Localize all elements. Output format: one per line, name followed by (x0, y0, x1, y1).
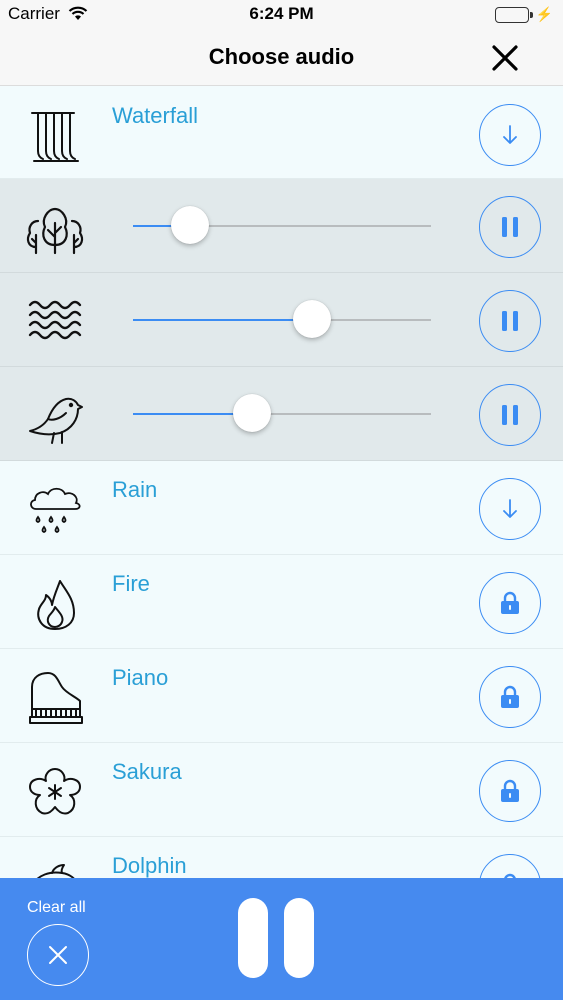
clear-all-button[interactable] (27, 924, 89, 986)
status-bar: Carrier 6:24 PM ⚡ (0, 0, 563, 30)
sound-label: Dolphin (112, 853, 187, 878)
volume-thumb[interactable] (233, 394, 272, 432)
list-item-bird[interactable] (0, 367, 563, 461)
volume-slider[interactable] (133, 300, 431, 338)
locked-button[interactable] (479, 666, 541, 728)
sakura-icon (29, 768, 81, 815)
fire-icon (37, 580, 75, 630)
pause-button[interactable] (479, 290, 541, 352)
pause-icon (502, 311, 518, 331)
lock-icon (501, 685, 519, 708)
pause-icon (284, 898, 314, 978)
player-bar: Clear all (0, 878, 563, 1000)
clear-all-label: Clear all (27, 899, 86, 916)
sound-label: Piano (112, 665, 169, 690)
list-item-forest[interactable] (0, 179, 563, 273)
volume-thumb[interactable] (170, 206, 209, 244)
list-item-waves[interactable] (0, 273, 563, 367)
list-item-fire[interactable]: Fire (0, 555, 563, 649)
close-icon (492, 45, 518, 71)
list-item-sakura[interactable]: Sakura (0, 743, 563, 837)
bird-icon (29, 397, 83, 444)
rain-icon (30, 487, 81, 533)
download-button[interactable] (479, 478, 541, 540)
sound-label: Rain (112, 477, 158, 502)
waves-icon (28, 300, 82, 340)
sound-label: Fire (112, 571, 150, 596)
clock: 6:24 PM (249, 4, 314, 23)
download-button[interactable] (479, 104, 541, 166)
pause-icon (502, 217, 518, 237)
close-icon (49, 946, 67, 964)
volume-fill (133, 319, 312, 321)
pause-all-button[interactable] (238, 898, 314, 978)
arrow-down-icon (503, 499, 517, 518)
arrow-down-icon (503, 125, 517, 144)
forest-icon (26, 207, 84, 255)
list-item-piano[interactable]: Piano (0, 649, 563, 743)
list-item-waterfall[interactable]: Waterfall (0, 87, 563, 179)
piano-icon (29, 672, 83, 724)
locked-button[interactable] (479, 572, 541, 634)
pause-button[interactable] (479, 384, 541, 446)
volume-slider[interactable] (133, 394, 431, 432)
pause-button[interactable] (479, 196, 541, 258)
screen: Carrier 6:24 PM ⚡ Choose audio Waterfall… (0, 0, 563, 1000)
volume-thumb[interactable] (292, 300, 331, 338)
waterfall-icon (31, 112, 79, 162)
lock-icon (501, 591, 519, 614)
sound-label: Waterfall (112, 103, 198, 128)
sound-list: Waterfall Rain Fire Piano Sakura Dolphin (0, 87, 563, 931)
locked-button[interactable] (479, 760, 541, 822)
list-item-rain[interactable]: Rain (0, 461, 563, 555)
sound-label: Sakura (112, 759, 182, 784)
page-title: Choose audio (208, 44, 355, 69)
pause-icon (238, 898, 268, 978)
close-button[interactable] (489, 42, 521, 74)
volume-slider[interactable] (133, 206, 431, 244)
battery-icon: ⚡ (494, 6, 553, 23)
lock-icon (501, 779, 519, 802)
pause-icon (502, 405, 518, 425)
nav-bar: Choose audio (0, 30, 563, 86)
